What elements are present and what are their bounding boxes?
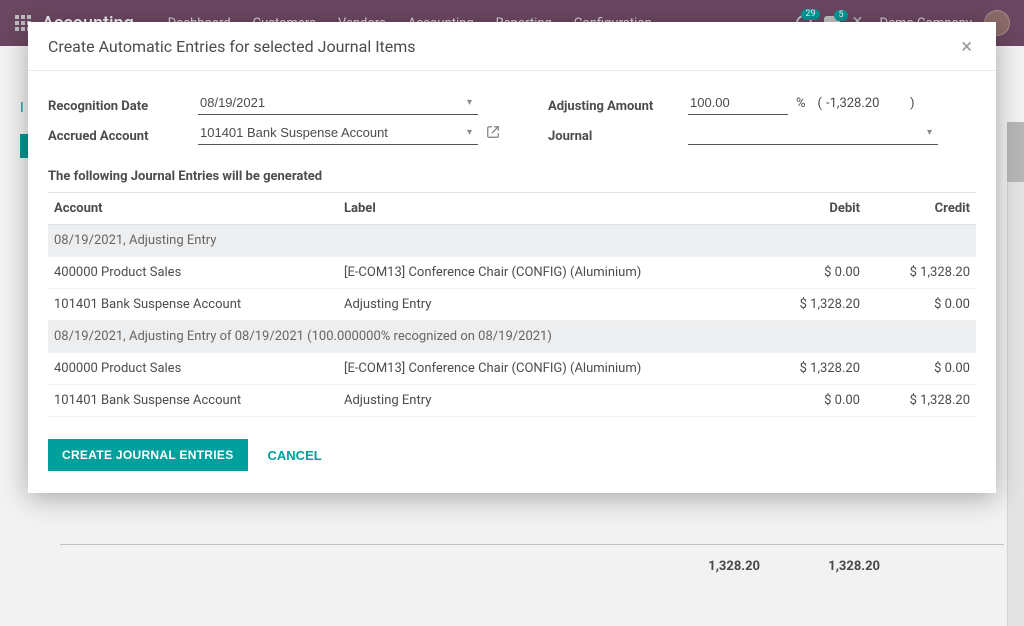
cell-account: 101401 Bank Suspense Account xyxy=(48,385,338,417)
journal-label: Journal xyxy=(548,123,688,144)
percent-sign: % xyxy=(796,96,806,111)
cell-debit: $ 1,328.20 xyxy=(756,353,866,385)
cell-account: 101401 Bank Suspense Account xyxy=(48,289,338,321)
chevron-down-icon[interactable]: ▾ xyxy=(921,127,938,138)
cell-label: [E-COM13] Conference Chair (CONFIG) (Alu… xyxy=(338,353,756,385)
chevron-down-icon[interactable]: ▾ xyxy=(461,127,478,138)
cell-debit: $ 1,328.20 xyxy=(756,289,866,321)
table-row: 101401 Bank Suspense AccountAdjusting En… xyxy=(48,289,976,321)
col-credit: Credit xyxy=(866,193,976,225)
table-row: 400000 Product Sales[E-COM13] Conference… xyxy=(48,257,976,289)
cell-debit: $ 0.00 xyxy=(756,257,866,289)
preview-group-header: 08/19/2021, Adjusting Entry xyxy=(48,225,976,257)
table-row: 400000 Product Sales[E-COM13] Conference… xyxy=(48,353,976,385)
recognition-date-input[interactable] xyxy=(198,91,461,114)
col-label: Label xyxy=(338,193,756,225)
journal-input[interactable] xyxy=(688,121,921,144)
cell-credit: $ 1,328.20 xyxy=(866,257,976,289)
external-link-icon[interactable] xyxy=(486,125,500,141)
cell-credit: $ 1,328.20 xyxy=(866,385,976,417)
paren-close: ) xyxy=(906,96,919,111)
paren-open: ( xyxy=(814,96,826,111)
adjusting-amount-total: -1,328.20 xyxy=(826,96,906,111)
cancel-button[interactable]: CANCEL xyxy=(266,440,324,471)
create-journal-entries-button[interactable]: CREATE JOURNAL ENTRIES xyxy=(48,439,248,471)
recognition-date-label: Recognition Date xyxy=(48,93,198,114)
create-automatic-entries-modal: Create Automatic Entries for selected Jo… xyxy=(28,22,996,493)
preview-group-header: 08/19/2021, Adjusting Entry of 08/19/202… xyxy=(48,321,976,353)
accrued-account-input[interactable] xyxy=(198,121,461,144)
cell-label: Adjusting Entry xyxy=(338,385,756,417)
adjusting-amount-input[interactable] xyxy=(688,91,788,114)
col-account: Account xyxy=(48,193,338,225)
close-icon[interactable]: × xyxy=(957,36,976,56)
cell-label: Adjusting Entry xyxy=(338,289,756,321)
cell-credit: $ 0.00 xyxy=(866,353,976,385)
chevron-down-icon[interactable]: ▾ xyxy=(461,97,478,108)
cell-account: 400000 Product Sales xyxy=(48,257,338,289)
col-debit: Debit xyxy=(756,193,866,225)
preview-section-title: The following Journal Entries will be ge… xyxy=(48,169,976,184)
accrued-account-label: Accrued Account xyxy=(48,123,198,144)
table-row: 101401 Bank Suspense AccountAdjusting En… xyxy=(48,385,976,417)
preview-table: Account Label Debit Credit 08/19/2021, A… xyxy=(48,192,976,417)
cell-credit: $ 0.00 xyxy=(866,289,976,321)
cell-debit: $ 0.00 xyxy=(756,385,866,417)
adjusting-amount-label: Adjusting Amount xyxy=(548,93,688,114)
cell-account: 400000 Product Sales xyxy=(48,353,338,385)
cell-label: [E-COM13] Conference Chair (CONFIG) (Alu… xyxy=(338,257,756,289)
modal-title: Create Automatic Entries for selected Jo… xyxy=(48,37,416,56)
